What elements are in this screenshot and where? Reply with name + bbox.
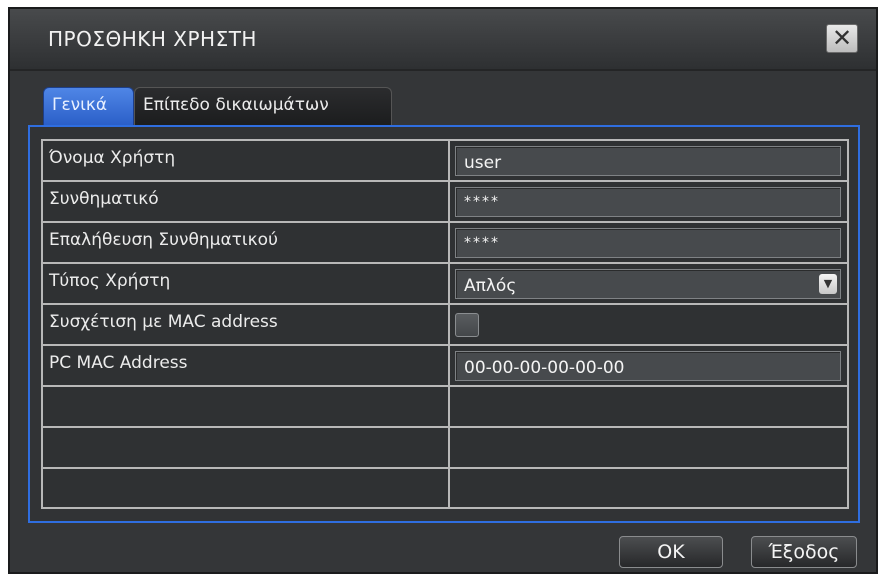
pc-mac-address-input[interactable]: 00-00-00-00-00-00 bbox=[455, 351, 841, 381]
ok-button[interactable]: OK bbox=[619, 536, 723, 568]
row-confirm-password: Επαλήθευση Συνθηματικού **** bbox=[43, 223, 847, 264]
user-type-select[interactable]: Απλός ▼ bbox=[455, 269, 841, 299]
row-pc-mac-address: PC MAC Address 00-00-00-00-00-00 bbox=[43, 346, 847, 387]
tab-permission-level-label: Επίπεδο δικαιωμάτων bbox=[143, 95, 329, 115]
empty-row bbox=[43, 428, 847, 469]
add-user-dialog: ΠΡΟΣΘΗΚΗ ΧΡΗΣΤΗ ✕ Γενικά Επίπεδο δικαιωμ… bbox=[8, 7, 878, 574]
tab-permission-level[interactable]: Επίπεδο δικαιωμάτων bbox=[134, 87, 392, 125]
tab-general[interactable]: Γενικά bbox=[43, 87, 134, 125]
row-username: Όνομα Χρήστη user bbox=[43, 141, 847, 182]
row-password: Συνθηματικό **** bbox=[43, 182, 847, 223]
user-type-label: Τύπος Χρήστη bbox=[49, 271, 171, 291]
chevron-down-icon[interactable]: ▼ bbox=[819, 274, 837, 294]
tab-content-panel: Όνομα Χρήστη user Συνθηματικό **** Επαλή… bbox=[28, 125, 860, 523]
username-input[interactable]: user bbox=[455, 146, 841, 176]
user-type-value: Απλός bbox=[464, 276, 517, 296]
exit-button[interactable]: Έξοδος bbox=[751, 536, 857, 568]
close-button[interactable]: ✕ bbox=[826, 24, 858, 53]
close-icon: ✕ bbox=[831, 24, 853, 52]
password-input[interactable]: **** bbox=[455, 187, 841, 217]
username-label: Όνομα Χρήστη bbox=[49, 148, 176, 168]
row-mac-binding: Συσχέτιση με MAC address bbox=[43, 305, 847, 346]
title-bar: ΠΡΟΣΘΗΚΗ ΧΡΗΣΤΗ ✕ bbox=[10, 9, 876, 71]
confirm-password-input[interactable]: **** bbox=[455, 228, 841, 258]
row-user-type: Τύπος Χρήστη Απλός ▼ bbox=[43, 264, 847, 305]
mac-binding-checkbox[interactable] bbox=[455, 313, 479, 337]
dialog-title: ΠΡΟΣΘΗΚΗ ΧΡΗΣΤΗ bbox=[48, 27, 257, 51]
empty-row bbox=[43, 469, 847, 513]
password-label: Συνθηματικό bbox=[49, 189, 159, 209]
settings-grid: Όνομα Χρήστη user Συνθηματικό **** Επαλή… bbox=[41, 139, 849, 509]
mac-binding-label: Συσχέτιση με MAC address bbox=[49, 312, 278, 332]
tab-general-label: Γενικά bbox=[52, 95, 108, 115]
confirm-password-label: Επαλήθευση Συνθηματικού bbox=[49, 230, 278, 250]
empty-row bbox=[43, 387, 847, 428]
pc-mac-address-label: PC MAC Address bbox=[49, 353, 188, 373]
